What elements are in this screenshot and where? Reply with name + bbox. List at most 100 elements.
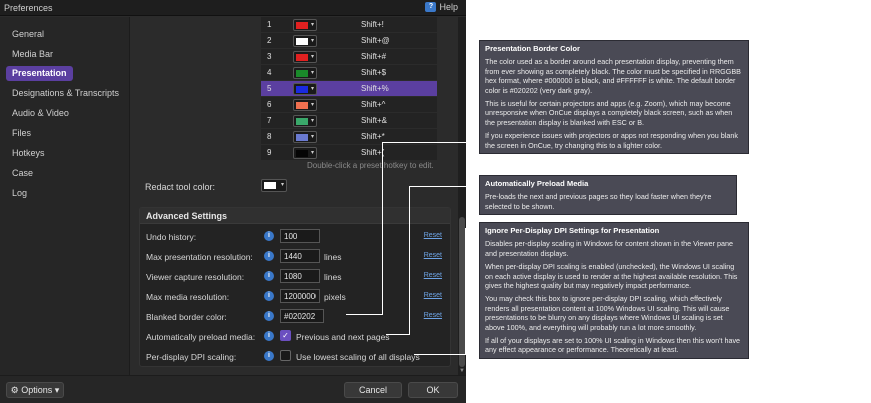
info-icon[interactable]: i: [264, 291, 274, 301]
gear-icon: ⚙: [10, 385, 22, 395]
connector-line: [382, 142, 479, 143]
tooltip-text: This is useful for certain projectors an…: [485, 99, 733, 127]
info-icon[interactable]: i: [264, 311, 274, 321]
tooltip-title: Presentation Border Color: [485, 44, 580, 53]
viewer-capture-resolution-input[interactable]: [280, 269, 320, 283]
advanced-settings-header: Advanced Settings: [140, 208, 450, 224]
info-icon[interactable]: i: [264, 231, 274, 241]
color-swatch: [296, 22, 308, 29]
sidebar-item-audio-video[interactable]: Audio & Video: [6, 106, 75, 121]
tooltip-title: Ignore Per-Display DPI Settings for Pres…: [485, 226, 660, 235]
connector-line: [409, 186, 410, 335]
color-picker[interactable]: ▾: [293, 67, 317, 79]
color-swatch: [296, 54, 308, 61]
row-number: 8: [267, 132, 272, 141]
connector-line: [346, 314, 382, 315]
blanked-border-color-row: Blanked border color: i Reset: [140, 308, 450, 326]
tooltip-border-color: Presentation Border Color The color used…: [479, 40, 749, 155]
blanked-border-color-input[interactable]: [280, 309, 324, 323]
undo-history-row: Undo history: i Reset: [140, 228, 450, 246]
sidebar-item-designations[interactable]: Designations & Transcripts: [6, 86, 125, 101]
color-picker[interactable]: ▾: [293, 83, 317, 95]
hotkey-label: Shift+!: [361, 20, 384, 29]
reset-link[interactable]: Reset: [424, 292, 442, 299]
tooltip-text: Disables per-display scaling in Windows …: [485, 239, 733, 258]
preload-media-row: Automatically preload media: i ✓ Previou…: [140, 328, 450, 346]
chevron-down-icon: ▾: [310, 38, 314, 44]
ok-button[interactable]: OK: [408, 382, 458, 398]
table-row[interactable]: 5 ▾ Shift+%: [261, 81, 437, 97]
info-icon[interactable]: i: [264, 271, 274, 281]
table-row[interactable]: 3 ▾ Shift+#: [261, 49, 437, 65]
tooltip-title: Automatically Preload Media: [485, 179, 589, 188]
table-row[interactable]: 6 ▾ Shift+^: [261, 97, 437, 113]
undo-history-input[interactable]: [280, 229, 320, 243]
reset-link[interactable]: Reset: [424, 312, 442, 319]
sidebar-item-media-bar[interactable]: Media Bar: [6, 47, 59, 62]
hotkey-label: Shift+*: [361, 132, 385, 141]
color-picker[interactable]: ▾: [293, 99, 317, 111]
tooltip-preload-media: Automatically Preload Media Pre-loads th…: [479, 175, 737, 216]
help-button[interactable]: ? Help: [425, 2, 458, 12]
dpi-scaling-checkbox[interactable]: [280, 350, 291, 361]
color-picker[interactable]: ▾: [293, 115, 317, 127]
redact-color-picker[interactable]: ▾: [261, 179, 287, 192]
title-bar: Preferences ? Help: [0, 0, 466, 16]
table-row[interactable]: 7 ▾ Shift+&: [261, 113, 437, 129]
row-number: 6: [267, 100, 272, 109]
color-picker[interactable]: ▾: [293, 51, 317, 63]
chevron-down-icon: ▾: [310, 22, 314, 28]
color-picker[interactable]: ▾: [293, 147, 317, 159]
hotkey-label: Shift+&: [361, 116, 388, 125]
table-row[interactable]: 4 ▾ Shift+$: [261, 65, 437, 81]
hotkey-label: Shift+^: [361, 100, 386, 109]
info-icon[interactable]: i: [264, 331, 274, 341]
reset-link[interactable]: Reset: [424, 272, 442, 279]
window-title: Preferences: [4, 3, 53, 13]
sidebar-item-general[interactable]: General: [6, 27, 50, 42]
color-swatch: [296, 102, 308, 109]
chevron-down-icon: ▾: [310, 134, 314, 140]
options-button[interactable]: ⚙ Options ▾: [6, 382, 64, 398]
row-number: 2: [267, 36, 272, 45]
cancel-button[interactable]: Cancel: [344, 382, 402, 398]
info-icon[interactable]: i: [264, 351, 274, 361]
color-picker[interactable]: ▾: [293, 19, 317, 31]
preferences-dialog: Preferences ? Help General Media Bar Pre…: [0, 0, 466, 403]
reset-link[interactable]: Reset: [424, 232, 442, 239]
chevron-down-icon: ▾: [280, 182, 284, 188]
sidebar-item-files[interactable]: Files: [6, 126, 37, 141]
help-icon: ?: [425, 2, 437, 12]
color-swatch: [264, 182, 276, 189]
row-number: 4: [267, 68, 272, 77]
table-row[interactable]: 2 ▾ Shift+@: [261, 33, 437, 49]
sidebar-item-hotkeys[interactable]: Hotkeys: [6, 146, 51, 161]
info-icon[interactable]: i: [264, 251, 274, 261]
max-presentation-resolution-input[interactable]: [280, 249, 320, 263]
sidebar-item-log[interactable]: Log: [6, 186, 33, 201]
color-swatch: [296, 70, 308, 77]
tooltip-dpi-scaling: Ignore Per-Display DPI Settings for Pres…: [479, 222, 749, 359]
tooltip-text: When per-display DPI scaling is enabled …: [485, 262, 738, 291]
preload-media-checkbox[interactable]: ✓: [280, 330, 291, 341]
color-swatch: [296, 150, 308, 157]
chevron-down-icon: ▾: [310, 70, 314, 76]
footer-bar: ⚙ Options ▾ Cancel OK: [0, 375, 466, 403]
max-media-resolution-input[interactable]: [280, 289, 320, 303]
color-picker[interactable]: ▾: [293, 131, 317, 143]
table-row[interactable]: 1 ▾ Shift+!: [261, 17, 437, 33]
undo-history-label: Undo history:: [146, 232, 197, 242]
table-row[interactable]: 9 ▾ Shift+(: [261, 145, 437, 161]
hotkey-hint: Double-click a preset hotkey to edit.: [307, 161, 434, 170]
max-presentation-resolution-row: Max presentation resolution: i lines Res…: [140, 248, 450, 266]
color-picker[interactable]: ▾: [293, 35, 317, 47]
sidebar-item-case[interactable]: Case: [6, 166, 39, 181]
connector-line: [414, 354, 466, 355]
max-media-resolution-label: Max media resolution:: [146, 292, 230, 302]
scroll-down-icon[interactable]: ▼: [459, 368, 465, 374]
reset-link[interactable]: Reset: [424, 252, 442, 259]
tooltip-text: If you experience issues with projectors…: [485, 131, 738, 150]
advanced-settings-title: Advanced Settings: [146, 211, 228, 221]
sidebar-item-presentation[interactable]: Presentation: [6, 66, 73, 81]
tooltip-text: If all of your displays are set to 100% …: [485, 336, 741, 355]
